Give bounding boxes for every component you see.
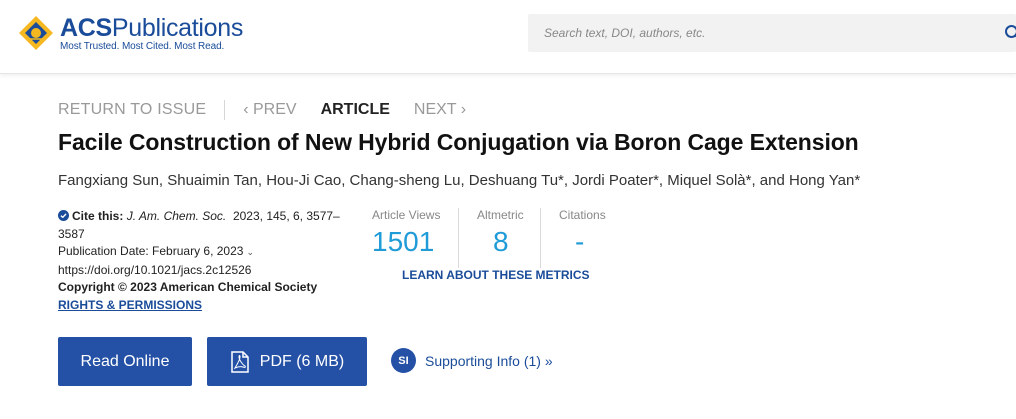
article-metrics: Article Views 1501 Altmetric 8 Citations… [372,208,610,268]
supporting-info[interactable]: SI Supporting Info (1) » [391,348,553,373]
doi-link[interactable]: https://doi.org/10.1021/jacs.2c12526 [58,262,358,280]
search-bar [528,14,1016,52]
read-online-label: Read Online [80,352,170,370]
cite-label: Cite this: [72,209,124,223]
acs-logo-icon [19,16,53,50]
article-title: Facile Construction of New Hybrid Conjug… [58,129,859,155]
pdf-label: PDF (6 MB) [259,352,345,370]
nav-divider [224,100,226,120]
logo-wordmark: ACSPublications [60,14,244,42]
check-badge-icon [58,210,69,221]
search-icon[interactable] [1004,24,1016,42]
altmetric-value[interactable]: 8 [477,225,522,259]
next-article-link[interactable]: NEXT › [414,101,466,119]
citations-label: Citations [559,208,606,222]
return-to-issue-link[interactable]: RETURN TO ISSUE [58,101,206,119]
chevron-down-icon[interactable]: ⌄ [246,247,254,257]
prev-article-link[interactable]: ‹ PREV [243,101,296,119]
citations-value: - [575,226,585,257]
publication-date-row[interactable]: Publication Date: February 6, 2023 ⌄ [58,243,358,262]
article-views-value: 1501 [372,226,435,257]
metric-article-views: Article Views 1501 [372,208,458,268]
copyright-text: Copyright © 2023 American Chemical Socie… [58,280,318,294]
pdf-icon [231,350,249,373]
acs-publications-logo[interactable]: ACSPublications Most Trusted. Most Cited… [18,13,243,57]
current-article-tab: ARTICLE [320,101,390,118]
metric-altmetric[interactable]: Altmetric 8 [458,208,540,268]
article-views-label: Article Views [372,208,441,222]
search-input[interactable] [528,14,998,52]
article-authors[interactable]: Fangxiang Sun, Shuaimin Tan, Hou-Ji Cao,… [58,172,860,189]
metric-citations: Citations - [540,208,610,268]
article-navigation: RETURN TO ISSUE ‹ PREV ARTICLE NEXT › [58,98,466,122]
citation-details: 2023, 145, 6, 3577– [232,209,340,223]
citation-block: Cite this: J. Am. Chem. Soc. 2023, 145, … [58,208,358,314]
learn-about-metrics-link[interactable]: LEARN ABOUT THESE METRICS [402,268,590,282]
site-header: ACSPublications Most Trusted. Most Cited… [0,0,1016,74]
altmetric-label: Altmetric [477,208,524,222]
read-online-button[interactable]: Read Online [58,337,192,386]
pdf-download-button[interactable]: PDF (6 MB) [207,337,367,386]
si-badge: SI [391,348,416,373]
publication-date: Publication Date: February 6, 2023 [58,244,244,258]
citation-details-cont: 3587 [58,226,85,241]
rights-permissions-link[interactable]: RIGHTS & PERMISSIONS [58,297,358,315]
logo-tagline: Most Trusted. Most Cited. Most Read. [60,41,225,52]
cite-this-row[interactable]: Cite this: J. Am. Chem. Soc. 2023, 145, … [58,208,358,226]
journal-name: J. Am. Chem. Soc. [126,209,227,223]
supporting-info-link[interactable]: Supporting Info (1) » [425,353,553,369]
